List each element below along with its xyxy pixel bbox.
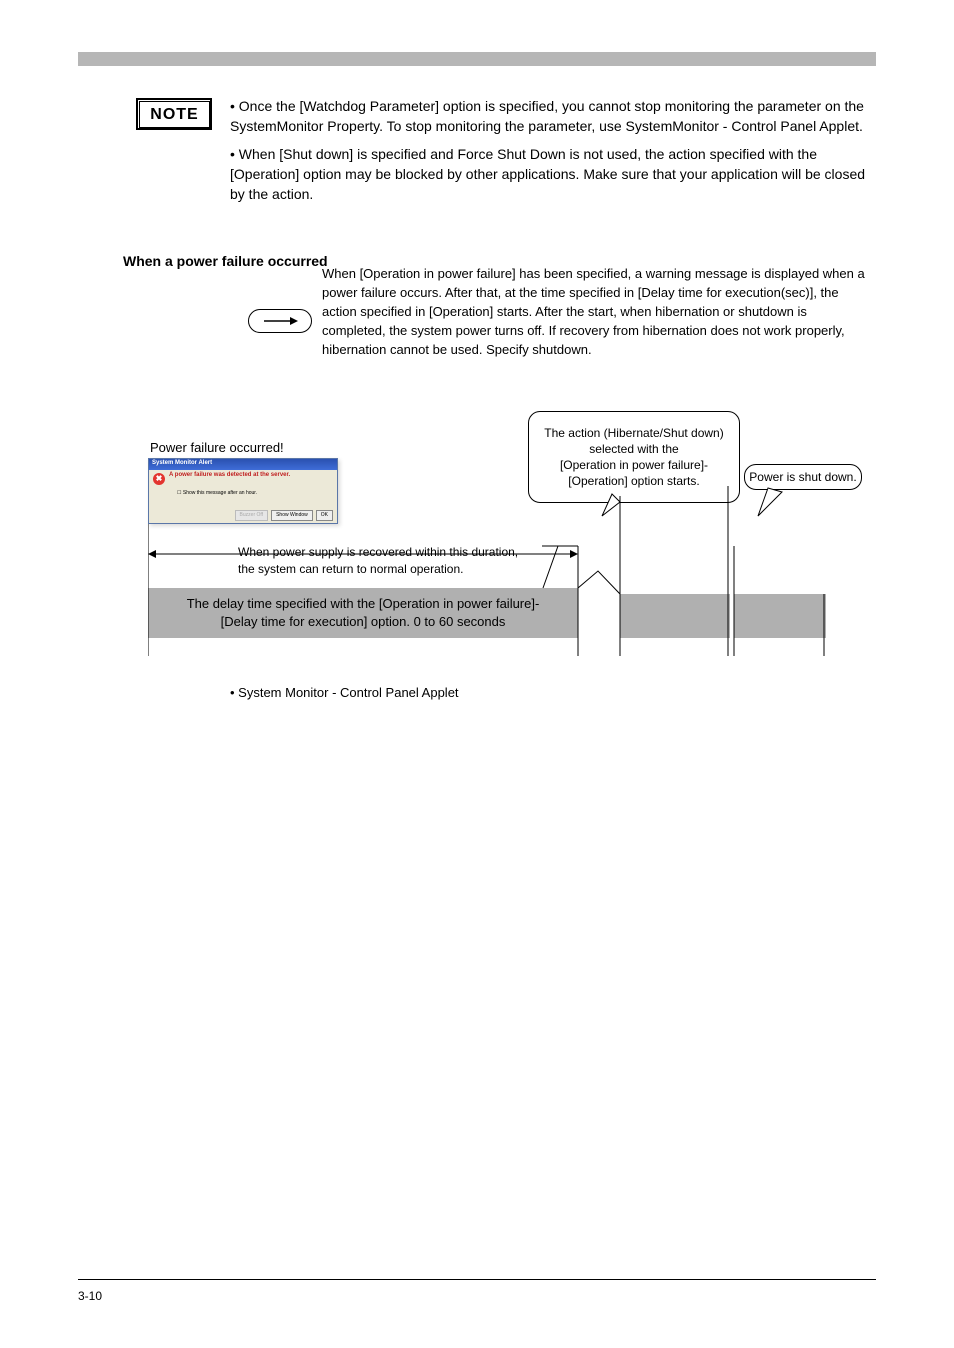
power-shutdown-bubble: Power is shut down. bbox=[744, 464, 862, 490]
buzzer-off-button[interactable]: Buzzer Off bbox=[235, 510, 269, 521]
recovery-note: When power supply is recovered within th… bbox=[238, 544, 538, 578]
header-bar bbox=[78, 52, 876, 66]
error-icon: ✖ bbox=[153, 473, 165, 485]
recovery-note-line1: When power supply is recovered within th… bbox=[238, 544, 538, 561]
alert-window-body: ✖ A power failure was detected at the se… bbox=[149, 470, 337, 523]
note-label: NOTE bbox=[139, 101, 210, 128]
alert-checkbox[interactable]: ☐ Show this message after an hour. bbox=[177, 490, 257, 496]
delay-line1: The delay time specified with the [Opera… bbox=[187, 595, 540, 613]
timeline-delay-box: The delay time specified with the [Opera… bbox=[148, 588, 578, 638]
power-failure-diagram: Power failure occurred! System Monitor A… bbox=[148, 416, 868, 666]
delay-line2: [Delay time for execution] option. 0 to … bbox=[187, 613, 540, 631]
footer-divider bbox=[78, 1279, 876, 1280]
cross-reference-text: • System Monitor - Control Panel Applet bbox=[230, 685, 459, 700]
note-text-block: • Once the [Watchdog Parameter] option i… bbox=[230, 96, 874, 204]
ok-button[interactable]: OK bbox=[316, 510, 333, 521]
note-paragraph-2: • When [Shut down] is specified and Forc… bbox=[230, 144, 874, 204]
action-bubble: The action (Hibernate/Shut down) selecte… bbox=[528, 411, 740, 503]
page-root: NOTE • Once the [Watchdog Parameter] opt… bbox=[0, 0, 954, 1348]
alert-window: System Monitor Alert ✖ A power failure w… bbox=[148, 458, 338, 524]
power-shutdown-text: Power is shut down. bbox=[749, 470, 856, 484]
recovery-note-line2: the system can return to normal operatio… bbox=[238, 561, 538, 578]
show-window-button[interactable]: Show Window bbox=[271, 510, 313, 521]
alert-button-row: Buzzer Off Show Window OK bbox=[235, 510, 333, 521]
alert-checkbox-label: Show this message after an hour. bbox=[183, 490, 257, 496]
timeline-action-box bbox=[620, 594, 730, 638]
alert-window-title: System Monitor Alert bbox=[149, 459, 337, 470]
cross-reference: • System Monitor - Control Panel Applet bbox=[230, 685, 459, 700]
note-paragraph-1: • Once the [Watchdog Parameter] option i… bbox=[230, 96, 874, 136]
alert-message: A power failure was detected at the serv… bbox=[169, 472, 290, 479]
section-title: When a power failure occurred bbox=[123, 253, 328, 269]
page-number: 3-10 bbox=[78, 1289, 102, 1303]
section-description: When [Operation in power failure] has be… bbox=[322, 264, 874, 359]
occurred-label: Power failure occurred! bbox=[150, 440, 284, 455]
action-bubble-text: The action (Hibernate/Shut down) selecte… bbox=[533, 425, 735, 489]
note-badge: NOTE bbox=[136, 98, 212, 130]
timeline-power-box bbox=[734, 594, 826, 638]
arrow-hint-icon bbox=[248, 309, 312, 333]
